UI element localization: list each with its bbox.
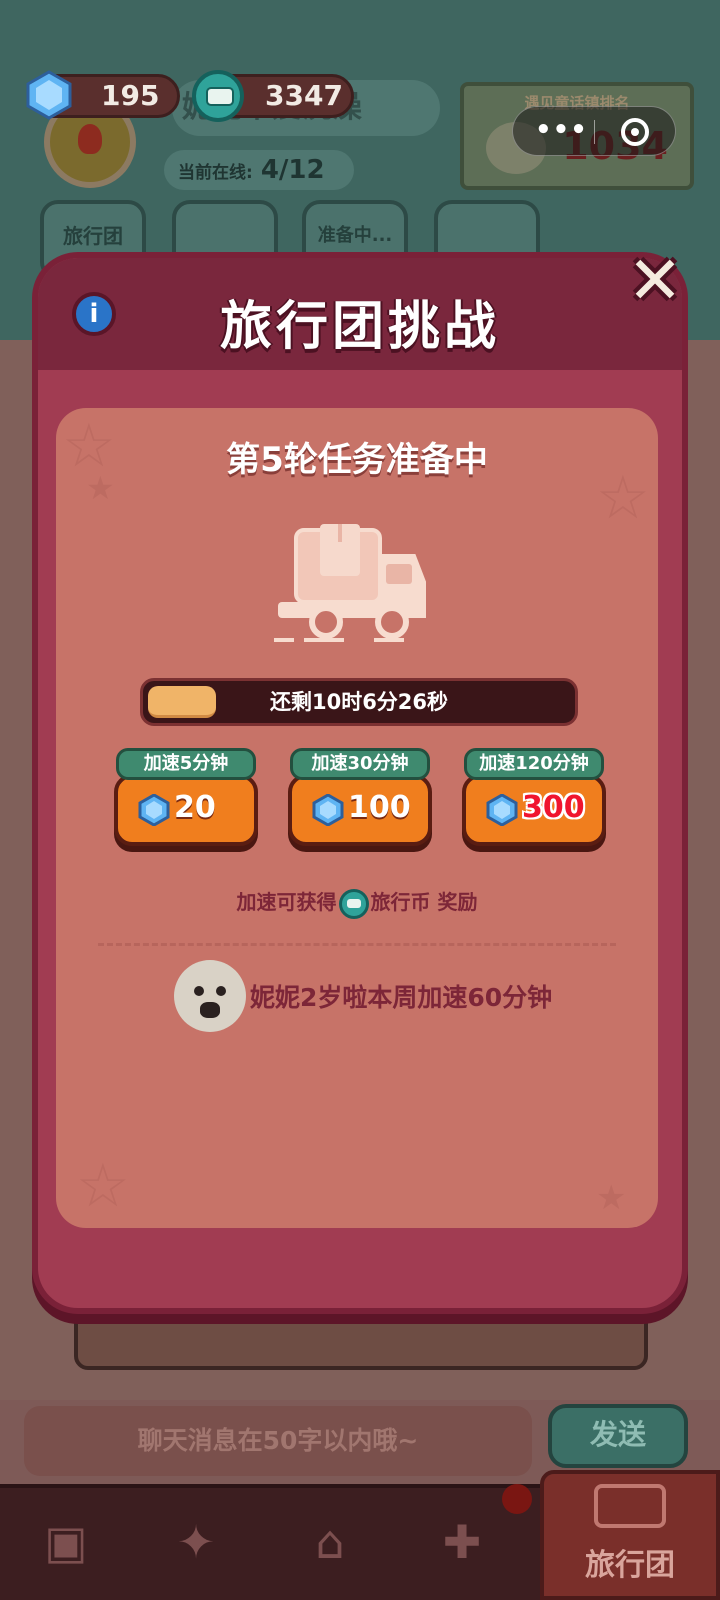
capsule-divider <box>594 120 595 144</box>
speedup-option[interactable]: 加速120分钟 300 <box>462 748 606 852</box>
speedup-cost: 100 <box>348 790 411 825</box>
avatar-eye <box>216 986 226 996</box>
travel-coin-icon <box>192 70 244 122</box>
travel-coin-count: 3347 <box>265 79 343 112</box>
star-decoration-icon: ☆ <box>76 1151 130 1221</box>
avatar[interactable] <box>174 960 246 1032</box>
gem-icon <box>312 794 344 826</box>
travel-coin-icon <box>338 888 369 919</box>
avatar-mouth <box>200 1002 220 1018</box>
close-icon[interactable]: ✕ <box>626 248 684 314</box>
delivery-truck-icon <box>274 524 426 642</box>
speedup-duration-label: 加速30分钟 <box>290 748 430 780</box>
countdown-progress-bar: 还剩10时6分26秒 <box>140 678 578 726</box>
travel-challenge-modal: i 旅行团挑战 ☆ ★ ☆ ☆ ★ 第5轮任务准备中 还剩10时6分26秒 加速… <box>32 252 688 1314</box>
reward-prefix: 加速可获得 <box>236 890 337 914</box>
nav-travel-group[interactable]: 旅行团 <box>540 1470 720 1600</box>
online-label: 当前在线: <box>178 163 253 183</box>
mini-program-capsule[interactable]: ••• <box>512 106 676 156</box>
more-options-icon[interactable]: ••• <box>535 115 588 145</box>
online-count: 当前在线: 4/12 <box>164 150 354 190</box>
modal-title: 旅行团挑战 <box>219 297 500 357</box>
send-button[interactable]: 发送 <box>548 1404 688 1468</box>
bus-icon <box>594 1484 666 1528</box>
modal-header: i 旅行团挑战 <box>38 258 682 370</box>
challenge-panel: ☆ ★ ☆ ☆ ★ 第5轮任务准备中 还剩10时6分26秒 加速5分钟 20 加… <box>56 408 658 1228</box>
speedup-cost: 300 <box>522 790 585 825</box>
notification-dot <box>502 1484 532 1514</box>
reward-suffix: 奖励 <box>437 890 478 914</box>
gem-icon <box>26 70 72 120</box>
avatar-eye <box>194 986 204 996</box>
star-decoration-icon: ★ <box>596 1178 627 1218</box>
speedup-option[interactable]: 加速30分钟 100 <box>288 748 432 852</box>
nav-travel-group-label: 旅行团 <box>585 1548 675 1583</box>
reward-coin-name: 旅行币 <box>370 890 431 914</box>
chat-input[interactable]: 聊天消息在50字以内哦~ <box>24 1406 532 1476</box>
player-activity-text: 妮妮2岁啦本周加速60分钟 <box>250 983 553 1012</box>
speedup-5min-button[interactable]: 20 <box>114 774 258 846</box>
countdown-text: 还剩10时6分26秒 <box>269 690 449 714</box>
speedup-duration-label: 加速120分钟 <box>464 748 604 780</box>
round-status: 第5轮任务准备中 <box>226 440 488 480</box>
reward-note: 加速可获得 旅行币 奖励 <box>56 886 658 919</box>
speedup-option[interactable]: 加速5分钟 20 <box>114 748 258 852</box>
bell-icon[interactable]: ⌂ <box>300 1512 360 1572</box>
speedup-120min-button[interactable]: 300 <box>462 774 606 846</box>
map-icon[interactable]: ✚ <box>432 1512 492 1572</box>
speedup-cost: 20 <box>174 790 216 825</box>
close-miniprogram-icon[interactable] <box>621 118 649 146</box>
gem-icon <box>486 794 518 826</box>
gem-count: 195 <box>101 79 160 112</box>
bag-icon[interactable]: ▣ <box>36 1512 96 1572</box>
gem-icon <box>138 794 170 826</box>
dashed-divider <box>98 943 616 946</box>
speedup-30min-button[interactable]: 100 <box>288 774 432 846</box>
online-number: 4/12 <box>260 155 325 185</box>
friends-icon[interactable]: ✦ <box>166 1512 226 1572</box>
speedup-duration-label: 加速5分钟 <box>116 748 256 780</box>
